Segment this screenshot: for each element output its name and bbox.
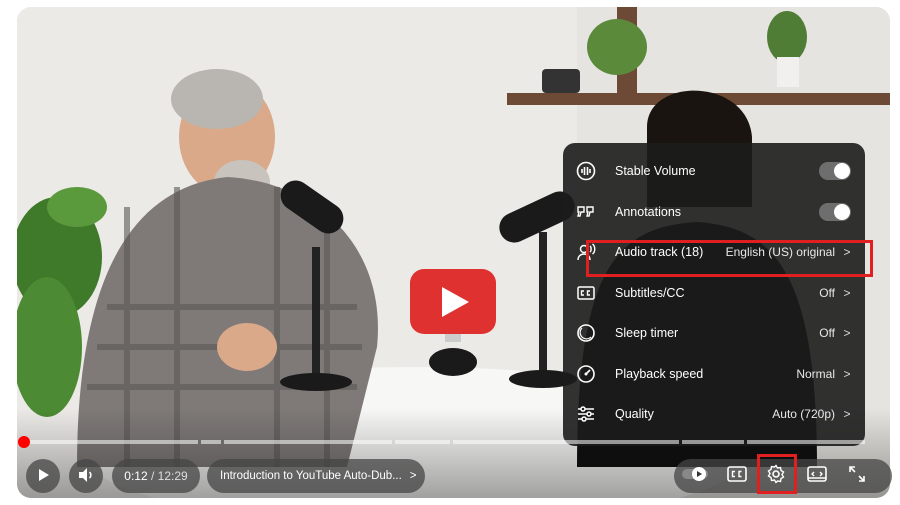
- menu-item-label: Stable Volume: [615, 164, 696, 179]
- progress-bar[interactable]: [22, 440, 866, 444]
- fullscreen-button[interactable]: [841, 460, 873, 492]
- chevron-right-icon: >: [843, 326, 851, 341]
- time-current: 0:12: [124, 469, 148, 483]
- chevron-right-icon: >: [843, 285, 851, 300]
- menu-item-annotations[interactable]: Annotations: [563, 192, 865, 233]
- menu-item-subtitles[interactable]: Subtitles/CC Off >: [563, 273, 865, 314]
- play-button[interactable]: [26, 459, 60, 493]
- menu-item-label: Audio track (18): [615, 245, 704, 260]
- menu-item-value: Off: [819, 285, 835, 300]
- theater-mode-icon: [807, 465, 827, 487]
- chevron-right-icon: >: [843, 407, 851, 422]
- time-display: 0:12 / 12:29: [112, 459, 200, 493]
- cc-icon: [727, 465, 747, 487]
- menu-item-label: Subtitles/CC: [615, 285, 685, 300]
- gear-icon: [766, 463, 786, 489]
- time-separator: /: [147, 469, 158, 483]
- theater-mode-button[interactable]: [801, 460, 833, 492]
- volume-button[interactable]: [69, 459, 103, 493]
- menu-item-value: Off: [819, 326, 835, 341]
- volume-icon: [77, 466, 95, 487]
- subtitles-button[interactable]: [721, 460, 753, 492]
- settings-menu: Stable Volume Annotations Audio track (1…: [563, 143, 865, 446]
- quality-icon: [575, 403, 597, 425]
- menu-item-label: Sleep timer: [615, 326, 679, 341]
- autoplay-toggle-icon: [681, 466, 711, 487]
- menu-item-label: Quality: [615, 407, 654, 422]
- subtitles-icon: [575, 282, 597, 304]
- fullscreen-icon: [848, 465, 866, 488]
- menu-item-label: Annotations: [615, 204, 682, 219]
- annotations-toggle[interactable]: [819, 202, 851, 221]
- menu-item-value: English (US) original: [725, 245, 835, 260]
- chevron-right-icon: >: [843, 366, 851, 381]
- annotations-icon: [575, 201, 597, 223]
- autoplay-toggle[interactable]: [680, 460, 712, 492]
- menu-item-audio-track[interactable]: Audio track (18) English (US) original >: [563, 232, 865, 273]
- menu-item-value: Normal: [796, 366, 835, 381]
- settings-button[interactable]: [760, 460, 792, 492]
- sleep-timer-icon: [575, 322, 597, 344]
- menu-item-quality[interactable]: Quality Auto (720p) >: [563, 394, 865, 435]
- audio-track-icon: [575, 241, 597, 263]
- menu-item-stable-volume[interactable]: Stable Volume: [563, 151, 865, 192]
- chapter-title: Introduction to YouTube Auto-Dub...: [220, 470, 402, 482]
- scrubber-handle[interactable]: [18, 436, 30, 448]
- chevron-right-icon: >: [843, 245, 851, 260]
- stable-volume-toggle[interactable]: [819, 162, 851, 181]
- time-total: 12:29: [157, 469, 188, 483]
- chevron-right-icon: >: [409, 470, 417, 482]
- play-icon: [35, 467, 51, 486]
- menu-item-value: Auto (720p): [772, 407, 835, 422]
- menu-item-label: Playback speed: [615, 366, 704, 381]
- playback-speed-icon: [575, 363, 597, 385]
- menu-item-playback-speed[interactable]: Playback speed Normal >: [563, 354, 865, 395]
- menu-item-sleep-timer[interactable]: Sleep timer Off >: [563, 313, 865, 354]
- stable-volume-icon: [575, 160, 597, 182]
- chapter-button[interactable]: Introduction to YouTube Auto-Dub... >: [207, 459, 425, 493]
